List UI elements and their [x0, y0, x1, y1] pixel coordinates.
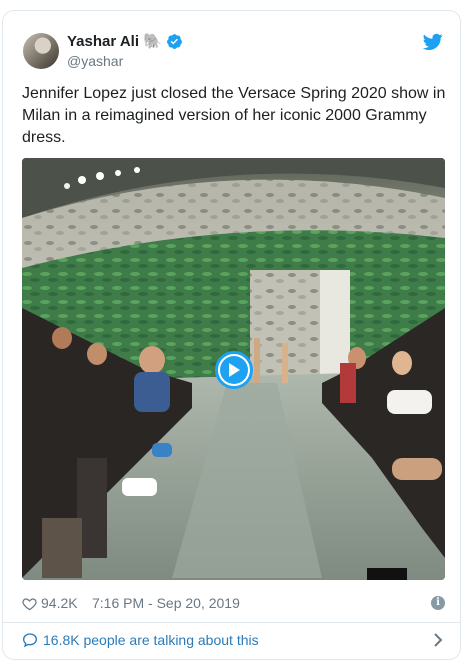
- embedded-tweet-card[interactable]: Yashar Ali 🐘 @yashar Jennifer Lopez just…: [2, 10, 461, 660]
- avatar[interactable]: [23, 33, 59, 69]
- author-row: Yashar Ali 🐘: [67, 33, 183, 50]
- timestamp[interactable]: 7:16 PM - Sep 20, 2019: [92, 595, 240, 611]
- tweet-meta-row: 94.2K 7:16 PM - Sep 20, 2019 i: [22, 595, 445, 615]
- author-handle[interactable]: @yashar: [67, 53, 123, 69]
- heart-icon[interactable]: [22, 597, 37, 611]
- elephant-emoji: 🐘: [142, 33, 162, 50]
- speech-bubble-icon: [22, 633, 38, 648]
- chevron-right-icon[interactable]: [433, 633, 443, 647]
- like-count[interactable]: 94.2K: [41, 595, 78, 611]
- conversation-text[interactable]: 16.8K people are talking about this: [43, 632, 259, 648]
- twitter-bird-icon[interactable]: [423, 33, 443, 51]
- verified-badge-icon: [166, 34, 182, 49]
- conversation-link[interactable]: 16.8K people are talking about this: [22, 631, 445, 653]
- divider: [3, 622, 460, 623]
- author-name[interactable]: Yashar Ali: [67, 33, 139, 50]
- play-icon: [229, 363, 240, 377]
- play-button[interactable]: [215, 351, 253, 389]
- tweet-text: Jennifer Lopez just closed the Versace S…: [22, 85, 446, 146]
- info-icon[interactable]: i: [431, 596, 445, 610]
- video-thumbnail[interactable]: [22, 158, 445, 580]
